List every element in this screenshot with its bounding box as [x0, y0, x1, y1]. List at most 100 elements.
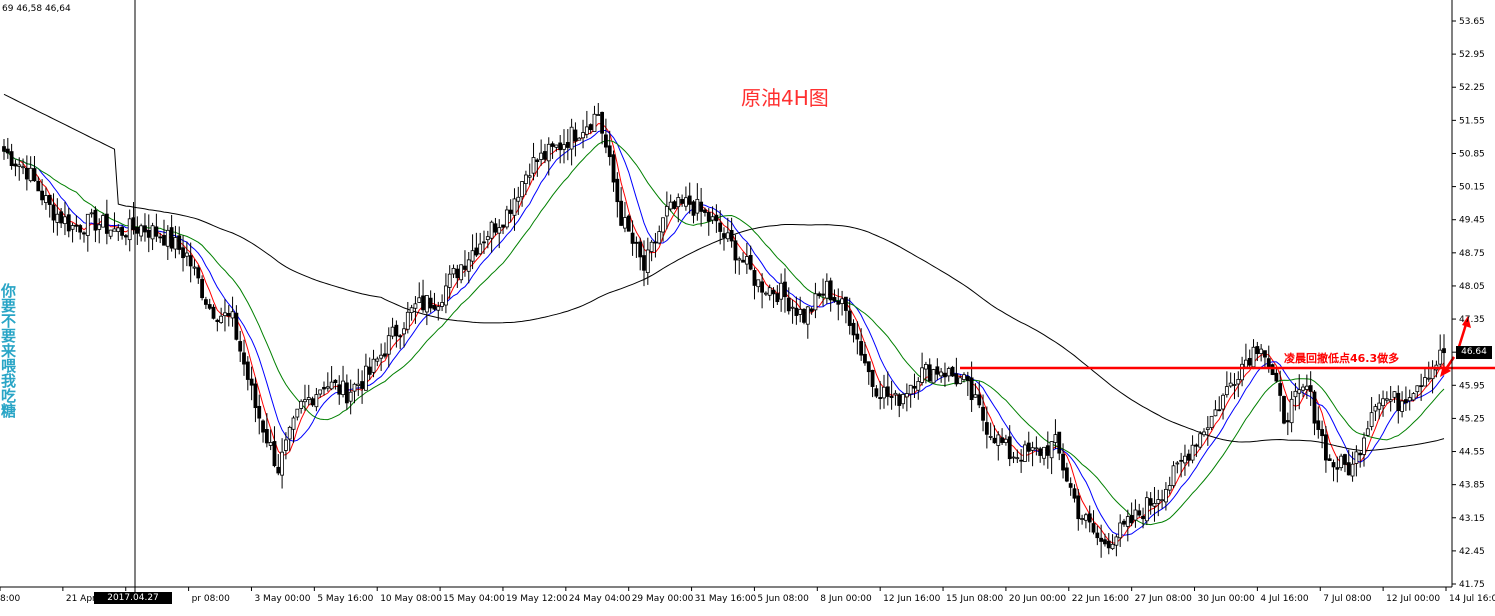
candle-body — [1419, 385, 1424, 388]
candle-body — [596, 114, 601, 116]
candle-body — [409, 307, 414, 313]
candle-body — [139, 225, 144, 237]
candle-body — [1358, 452, 1363, 456]
candle-body — [93, 209, 98, 231]
candle-body — [946, 368, 951, 377]
candle-body — [771, 289, 776, 295]
candle-body — [104, 213, 109, 234]
candle-body — [973, 394, 978, 398]
candle-body — [162, 235, 166, 246]
candle-body — [661, 217, 665, 233]
y-tick-label: 50.85 — [1459, 149, 1485, 159]
candle-body — [1266, 358, 1271, 368]
x-tick-label: 12 Jun 16:00 — [883, 594, 940, 604]
candle-body — [645, 249, 650, 273]
x-tick-label: 14 Jul 16:00 — [1449, 594, 1495, 604]
candle-body — [474, 247, 479, 256]
y-tick-label: 49.45 — [1459, 216, 1485, 226]
candle-body — [1205, 427, 1210, 430]
x-tick-label: 8 Jun 00:00 — [820, 594, 872, 604]
candle-body — [1118, 522, 1123, 539]
candle-body — [1175, 462, 1180, 465]
candle-body — [874, 388, 879, 397]
candle-body — [63, 216, 67, 225]
candle-body — [360, 381, 364, 389]
candle-body — [577, 137, 582, 141]
candle-body — [828, 280, 833, 301]
candle-body — [1023, 444, 1027, 462]
candle-body — [390, 326, 395, 337]
candle-body — [703, 209, 707, 213]
candle-body — [1327, 458, 1332, 461]
candle-body — [1426, 377, 1431, 380]
y-tick-label: 50.15 — [1459, 183, 1485, 193]
candle-body — [969, 377, 974, 401]
candle-body — [211, 306, 216, 319]
candle-body — [1019, 459, 1024, 462]
candle-body — [223, 312, 227, 317]
candle-body — [1308, 385, 1313, 392]
candle-body — [276, 466, 281, 474]
candle-body — [1049, 441, 1054, 459]
candle-body — [143, 225, 147, 233]
candle-body — [1301, 386, 1305, 391]
candle-body — [428, 297, 433, 309]
candle-body — [135, 226, 140, 234]
y-tick-label: 52.95 — [1459, 50, 1485, 60]
candle-body — [1133, 509, 1138, 521]
candle-body — [28, 167, 33, 182]
y-tick-label: 41.75 — [1459, 580, 1485, 590]
candle-body — [943, 372, 947, 378]
candle-body — [89, 212, 94, 215]
candle-body — [1396, 392, 1401, 411]
candle-body — [1038, 448, 1043, 456]
candle-body — [489, 221, 494, 239]
candle-body — [47, 194, 52, 205]
candle-body — [691, 201, 696, 216]
candle-body — [1125, 516, 1130, 527]
candle-body — [482, 241, 486, 244]
candle-body — [1068, 483, 1073, 488]
candle-body — [1213, 409, 1218, 417]
candle-body — [188, 255, 193, 267]
candle-body — [1164, 488, 1168, 503]
candle-body — [306, 397, 311, 400]
x-tick-label: 7 Jul 08:00 — [1323, 594, 1372, 604]
candle-body — [1255, 346, 1260, 355]
candle-body — [344, 382, 349, 404]
candle-body — [748, 254, 753, 270]
candle-body — [116, 227, 121, 232]
candle-body — [657, 231, 662, 244]
candle-body — [668, 201, 673, 210]
candle-body — [1015, 457, 1020, 460]
candle-body — [1000, 437, 1004, 443]
candle-body — [1404, 399, 1408, 404]
candle-body — [1297, 389, 1302, 394]
y-tick-label: 51.55 — [1459, 116, 1485, 126]
candle-body — [85, 213, 90, 236]
candle-body — [897, 394, 902, 406]
candle-body — [958, 377, 963, 384]
candle-body — [55, 213, 60, 223]
candle-body — [543, 151, 547, 160]
candle-body — [394, 324, 399, 337]
candle-body — [1392, 391, 1397, 398]
candle-body — [992, 437, 997, 444]
x-tick-label: 12 Jul 00:00 — [1386, 594, 1440, 604]
candle-body — [124, 235, 128, 238]
candle-body — [146, 230, 151, 238]
candle-body — [1247, 357, 1252, 366]
plot-area — [0, 0, 1452, 587]
candle — [672, 199, 677, 210]
candle — [1209, 415, 1214, 431]
x-tick-label: 31 May 16:00 — [695, 594, 757, 604]
candle-body — [466, 259, 471, 272]
candle-body — [962, 374, 966, 380]
candle-body — [760, 281, 764, 293]
candle-body — [120, 226, 124, 236]
candle-body — [604, 134, 608, 148]
candle-body — [562, 144, 566, 150]
candle-body — [1270, 364, 1275, 375]
candle-body — [767, 287, 772, 296]
candle-body — [1388, 399, 1393, 402]
